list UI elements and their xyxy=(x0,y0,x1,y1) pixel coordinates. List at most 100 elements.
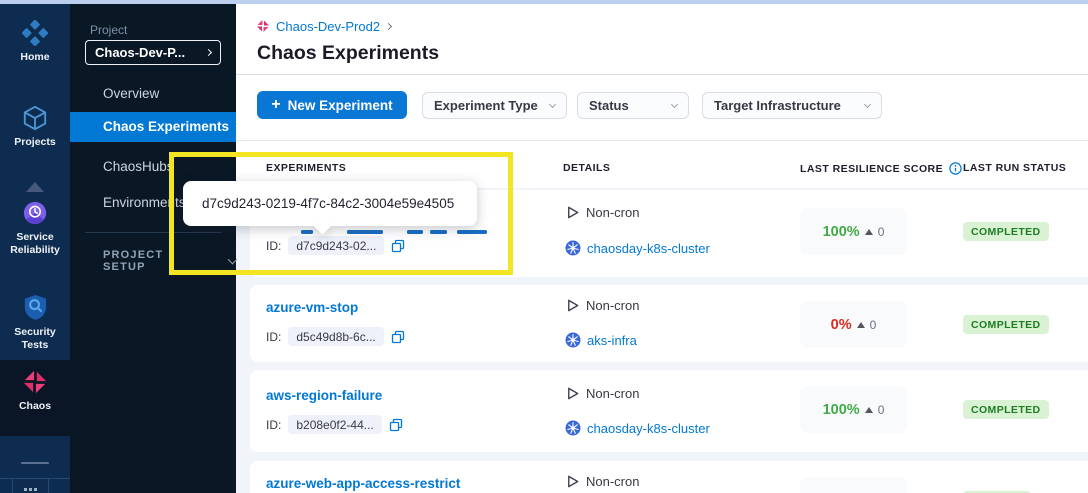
rail-item-label: Service Reliability xyxy=(4,231,66,256)
project-setup-toggle[interactable]: PROJECT SETUP xyxy=(103,249,236,273)
infrastructure-detail: aks-infra xyxy=(565,332,637,348)
home-icon xyxy=(22,20,48,46)
copy-icon[interactable] xyxy=(391,239,405,253)
module-grid-button[interactable] xyxy=(13,479,49,493)
play-icon xyxy=(565,386,580,401)
experiment-id-tooltip: d7c9d243-0219-4f7c-84c2-3004e59e4505 xyxy=(183,181,477,226)
filter-status[interactable]: Status xyxy=(577,92,689,119)
rail-item-home[interactable]: Home xyxy=(0,20,70,64)
status-badge: COMPLETED xyxy=(963,400,1049,419)
experiment-name-link[interactable]: aws-region-failure xyxy=(266,388,382,403)
obscured-experiment-link xyxy=(407,230,423,234)
app-screen: Home Projects Service Reliability xyxy=(0,0,1088,493)
play-icon xyxy=(565,474,580,489)
kubernetes-icon xyxy=(565,240,581,256)
browser-focus-strip xyxy=(0,0,1088,4)
status-badge: COMPLETED xyxy=(963,315,1049,334)
switcher-cell xyxy=(49,479,70,493)
page-title: Chaos Experiments xyxy=(257,42,439,65)
chaos-module-icon xyxy=(256,19,270,33)
schedule-detail: Non-cron xyxy=(565,386,639,401)
column-header-experiments: EXPERIMENTS xyxy=(266,162,346,174)
column-header-score: LAST RESILIENCE SCORE xyxy=(800,162,962,175)
sidebar-item-chaos-experiments[interactable]: Chaos Experiments xyxy=(70,112,236,142)
experiment-name-link[interactable]: azure-vm-stop xyxy=(266,300,358,315)
rail-item-chaos[interactable]: Chaos xyxy=(0,369,70,413)
experiment-id-tooltip-text: d7c9d243-0219-4f7c-84c2-3004e59e4505 xyxy=(202,196,454,211)
filter-experiment-type[interactable]: Experiment Type xyxy=(422,92,567,119)
module-rail: Home Projects Service Reliability xyxy=(0,4,70,493)
resilience-score: 100% 0 xyxy=(800,386,907,433)
switcher-cell xyxy=(0,479,13,493)
experiment-row[interactable]: azure-web-app-access-restrict Non-cron xyxy=(250,461,1088,493)
main-content: Chaos-Dev-Prod2 Chaos Experiments + New … xyxy=(236,4,1088,493)
experiments-list: ID: d7c9d243-02... Non-cron xyxy=(236,188,1088,493)
kubernetes-icon xyxy=(565,420,581,436)
chevron-right-icon xyxy=(205,49,212,56)
resilience-score xyxy=(800,477,907,493)
schedule-detail: Non-cron xyxy=(565,205,639,220)
chaos-icon xyxy=(22,369,48,395)
column-header-status: LAST RUN STATUS xyxy=(963,162,1066,174)
project-selector[interactable]: Chaos-Dev-P... xyxy=(85,40,221,65)
filter-target-infrastructure[interactable]: Target Infrastructure xyxy=(702,92,882,119)
chevron-down-icon xyxy=(671,100,678,107)
play-icon xyxy=(565,298,580,313)
experiment-id-row: ID: b208e0f2-44... xyxy=(266,415,403,434)
security-tests-icon xyxy=(22,293,49,321)
delta-up-icon xyxy=(857,322,865,328)
new-experiment-label: New Experiment xyxy=(288,98,393,113)
experiment-id: b208e0f2-44... xyxy=(288,415,381,434)
schedule-detail: Non-cron xyxy=(565,298,639,313)
scroll-up-icon[interactable] xyxy=(26,182,44,192)
project-setup-label: PROJECT SETUP xyxy=(103,249,207,273)
chevron-down-icon xyxy=(864,100,871,107)
service-reliability-icon xyxy=(22,200,48,226)
resilience-score: 0% 0 xyxy=(800,301,907,348)
resilience-score: 100% 0 xyxy=(800,208,907,255)
project-selector-value: Chaos-Dev-P... xyxy=(95,45,185,60)
new-experiment-button[interactable]: + New Experiment xyxy=(257,91,407,119)
schedule-detail: Non-cron xyxy=(565,474,639,489)
sidebar-item-chaoshubs[interactable]: ChaosHubs xyxy=(70,154,236,180)
rail-item-security-tests[interactable]: Security Tests xyxy=(0,293,70,351)
infrastructure-link[interactable]: chaosday-k8s-cluster xyxy=(587,241,710,256)
experiment-row[interactable]: aws-region-failure ID: b208e0f2-44... No… xyxy=(250,370,1088,452)
infrastructure-link[interactable]: aks-infra xyxy=(587,333,637,348)
experiment-row[interactable]: azure-vm-stop ID: d5c49d8b-6c... Non-cro… xyxy=(250,285,1088,362)
toolbar-divider xyxy=(236,140,1088,141)
chevron-right-icon xyxy=(385,22,392,29)
project-sidebar: Project Chaos-Dev-P... Overview Chaos Ex… xyxy=(70,4,236,493)
header-divider xyxy=(236,74,1088,75)
info-icon[interactable] xyxy=(949,162,962,175)
infrastructure-detail: chaosday-k8s-cluster xyxy=(565,420,710,436)
rail-item-service-reliability[interactable]: Service Reliability xyxy=(0,200,70,256)
delta-up-icon xyxy=(865,407,873,413)
rail-divider xyxy=(21,462,49,464)
sidebar-item-overview[interactable]: Overview xyxy=(70,81,236,107)
plus-icon: + xyxy=(271,97,280,113)
obscured-experiment-link xyxy=(301,230,313,234)
rail-item-label: Projects xyxy=(14,136,55,149)
experiment-id-row: ID: d7c9d243-02... xyxy=(266,236,405,255)
infrastructure-link[interactable]: chaosday-k8s-cluster xyxy=(587,421,710,436)
obscured-experiment-link xyxy=(457,230,487,234)
experiment-name-link[interactable]: azure-web-app-access-restrict xyxy=(266,476,460,491)
status-badge: COMPLETED xyxy=(963,222,1049,241)
grid-icon xyxy=(24,488,37,493)
breadcrumb-project-link[interactable]: Chaos-Dev-Prod2 xyxy=(276,19,380,34)
rail-item-projects[interactable]: Projects xyxy=(0,105,70,149)
obscured-experiment-link xyxy=(430,230,447,234)
obscured-experiment-link xyxy=(347,230,383,234)
breadcrumb: Chaos-Dev-Prod2 xyxy=(256,18,391,34)
column-header-details: DETAILS xyxy=(563,162,610,174)
rail-item-label: Chaos xyxy=(19,400,51,413)
copy-icon[interactable] xyxy=(391,330,405,344)
project-label: Project xyxy=(90,23,127,37)
experiment-id-row: ID: d5c49d8b-6c... xyxy=(266,327,405,346)
copy-icon[interactable] xyxy=(389,418,403,432)
kubernetes-icon xyxy=(565,332,581,348)
projects-icon xyxy=(22,105,48,131)
sidebar-divider xyxy=(85,232,221,233)
infrastructure-detail: chaosday-k8s-cluster xyxy=(565,240,710,256)
